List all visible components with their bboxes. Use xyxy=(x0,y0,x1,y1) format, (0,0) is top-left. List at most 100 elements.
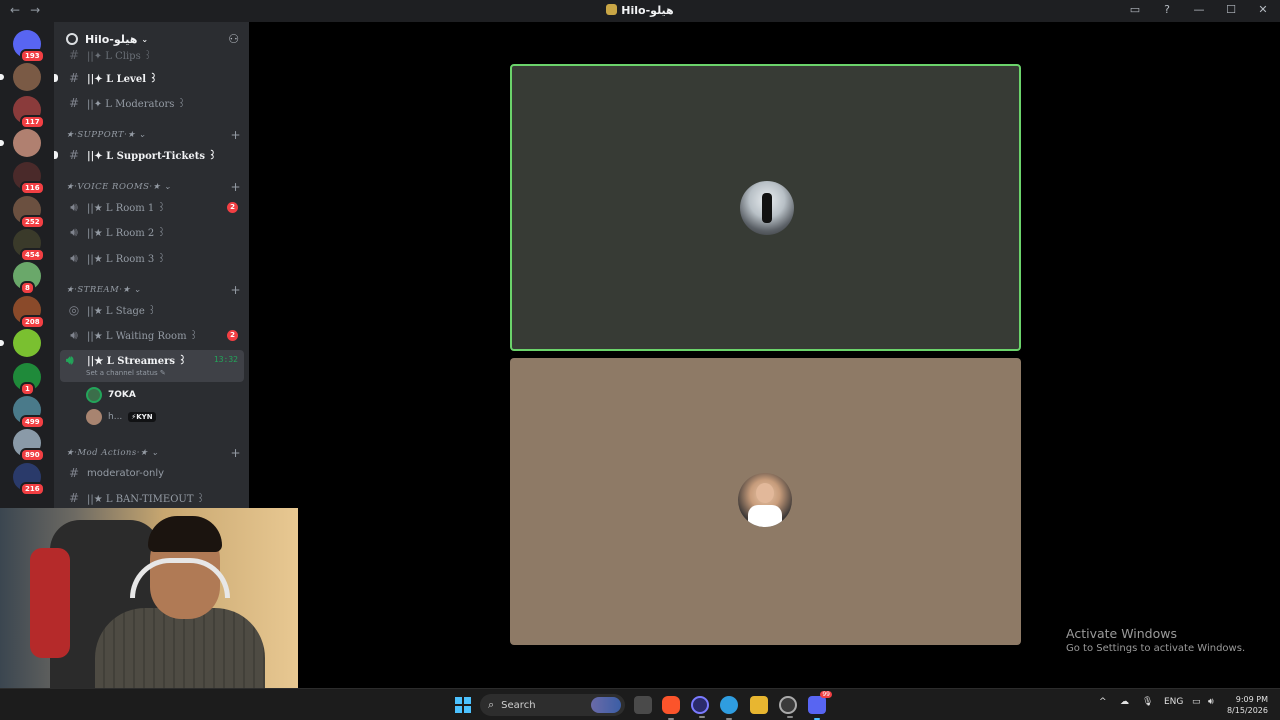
speaker-icon: 🔊︎ xyxy=(70,199,78,214)
channel-title: 🔊︎ ||★ L Streamers ꒱ xyxy=(66,353,186,368)
clock-time: 9:09 PM xyxy=(1235,695,1268,704)
hash-icon: # xyxy=(68,466,80,480)
unread-indicator xyxy=(54,151,58,159)
server-icon-11[interactable]: 499 xyxy=(13,396,45,429)
server-icon-1[interactable] xyxy=(0,63,41,91)
add-channel-icon[interactable]: + xyxy=(230,446,241,460)
channel-label: ||★ L Waiting Room ꒱ xyxy=(87,330,198,342)
voice-channel-room-1[interactable]: 🔊︎ ||★ L Room 1 ꒱ 2 xyxy=(60,196,244,218)
server-icon-4[interactable]: 116 xyxy=(13,162,45,195)
voice-channel-streamers[interactable]: 🔊︎ ||★ L Streamers ꒱ 13:32 Set a channel… xyxy=(60,350,244,382)
server-icon-6[interactable]: 454 xyxy=(13,229,45,262)
server-icon-5[interactable]: 252 xyxy=(13,196,45,229)
channel-label: ||★ L BAN-TIMEOUT ꒱ xyxy=(87,493,205,505)
server-icon-2[interactable]: 117 xyxy=(13,96,45,129)
server-icon-13[interactable]: 216 xyxy=(13,463,45,496)
close-button[interactable]: ✕ xyxy=(1256,3,1270,16)
chevron-down-icon: ⌄ xyxy=(133,285,142,295)
server-icon-3[interactable] xyxy=(0,129,41,157)
direct-messages-button[interactable]: 193 xyxy=(13,30,45,63)
category-mod-actions[interactable]: ★·Mod Actions·★ ⌄ + xyxy=(66,446,241,460)
unread-badge: 454 xyxy=(20,248,45,262)
onedrive-icon[interactable]: ☁ xyxy=(1120,697,1129,707)
discord-icon[interactable]: 99 xyxy=(808,691,832,720)
channel-status-button[interactable]: Set a channel status ✎ xyxy=(86,369,166,377)
hash-icon: # xyxy=(68,71,80,85)
unread-pill xyxy=(0,340,4,346)
user-count-badge: 2 xyxy=(227,201,238,213)
stage-channel[interactable]: ◎ ||★ L Stage ꒱ xyxy=(60,299,244,321)
channel-label: ||✦ L Clips ꒱ xyxy=(87,50,152,62)
watermark-title: Activate Windows xyxy=(1066,626,1177,641)
server-icon-10[interactable]: 1 xyxy=(13,363,41,396)
language-indicator[interactable]: ENG xyxy=(1164,697,1183,707)
steam-icon[interactable] xyxy=(779,696,797,718)
participant-tile-speaking[interactable] xyxy=(510,64,1021,351)
participant-avatar xyxy=(738,473,792,527)
voice-channel-room-2[interactable]: 🔊︎ ||★ L Room 2 ꒱ xyxy=(60,221,244,243)
avatar xyxy=(86,387,102,403)
brave-browser-icon[interactable] xyxy=(662,696,680,720)
chevron-down-icon: ⌄ xyxy=(163,182,172,192)
call-duration: 13:32 xyxy=(213,355,238,364)
channel-support-tickets[interactable]: # ||✦ L Support-Tickets ꒱ xyxy=(54,144,244,166)
title-bar: ← → Hilo-هيلو ▭ ? — ☐ ✕ xyxy=(0,0,1280,22)
taskbar-search[interactable]: ⌕ Search xyxy=(480,694,625,716)
system-clock[interactable]: 9:09 PM 8/15/2026 xyxy=(1227,694,1268,716)
show-hidden-icons[interactable]: ^ xyxy=(1099,697,1107,707)
add-channel-icon[interactable]: + xyxy=(230,283,241,297)
channel-ban-timeout[interactable]: # ||★ L BAN-TIMEOUT ꒱ xyxy=(60,487,244,508)
voice-channel-waiting-room[interactable]: 🔊︎ ||★ L Waiting Room ꒱ 2 xyxy=(60,324,244,346)
category-stream[interactable]: ★·STREAM·★ ⌄ + xyxy=(66,283,241,297)
channel-label: ||★ L Streamers ꒱ xyxy=(87,356,187,367)
channel-moderators[interactable]: # ||✦ L Moderators ꒱ xyxy=(60,92,244,114)
network-icon[interactable]: ▭ xyxy=(1192,697,1201,707)
server-icon-8[interactable]: 208 xyxy=(13,296,45,329)
unread-badge: 499 xyxy=(20,415,45,429)
add-channel-icon[interactable]: + xyxy=(230,180,241,194)
channel-level[interactable]: # ||✦ L Level ꒱ xyxy=(54,67,244,89)
category-voice-rooms[interactable]: ★·VOICE ROOMS·★ ⌄ + xyxy=(66,180,241,194)
channel-moderator-only[interactable]: # moderator-only xyxy=(60,462,244,484)
unread-indicator xyxy=(54,74,58,82)
search-icon: ⌕ xyxy=(488,698,495,711)
discord-unread-badge: 99 xyxy=(820,691,832,698)
minimize-button[interactable]: — xyxy=(1192,3,1206,16)
voice-channel-room-3[interactable]: 🔊︎ ||★ L Room 3 ꒱ xyxy=(60,247,244,269)
voice-member[interactable]: h... ⚡KYN xyxy=(86,408,156,426)
edge-browser-icon[interactable] xyxy=(720,696,738,720)
hash-icon: # xyxy=(68,148,80,162)
chair-accent xyxy=(30,548,70,658)
window-controls: ▭ ? — ☐ ✕ xyxy=(1128,3,1270,16)
server-icon-7[interactable]: 8 xyxy=(13,262,41,295)
speaker-icon: 🔊︎ xyxy=(70,327,78,342)
start-button[interactable] xyxy=(455,697,471,713)
unread-badge: 252 xyxy=(20,215,45,229)
search-label: Search xyxy=(501,699,536,711)
server-icon-9[interactable] xyxy=(0,329,41,357)
microphone-icon[interactable]: 🎙︎ xyxy=(1142,697,1153,707)
avatar-suit xyxy=(748,505,782,527)
voice-member[interactable]: 7OKA xyxy=(86,386,136,404)
category-label: ★·STREAM·★ xyxy=(66,285,131,295)
maximize-button[interactable]: ☐ xyxy=(1224,3,1238,16)
task-view-icon[interactable] xyxy=(634,696,652,714)
channel-label: ||★ L Stage ꒱ xyxy=(87,305,156,317)
channel-clips[interactable]: # ||✦ L Clips ꒱ xyxy=(60,44,244,66)
inbox-icon[interactable]: ▭ xyxy=(1128,3,1142,16)
server-icon xyxy=(606,4,618,15)
server-icon-12[interactable]: 890 xyxy=(13,429,45,462)
unread-badge: 890 xyxy=(20,448,45,462)
category-support[interactable]: ★·SUPPORT·★ ⌄ + xyxy=(66,128,241,142)
pencil-icon: ✎ xyxy=(159,369,166,377)
category-label: ★·SUPPORT·★ xyxy=(66,130,136,140)
member-tag: ⚡KYN xyxy=(128,412,156,422)
unread-pill xyxy=(0,74,4,80)
app-icon-circle[interactable] xyxy=(691,696,709,718)
volume-icon[interactable]: 🔊︎ xyxy=(1208,697,1214,707)
file-explorer-icon[interactable] xyxy=(750,696,768,714)
add-channel-icon[interactable]: + xyxy=(230,128,241,142)
channel-label: moderator-only xyxy=(87,467,165,479)
participant-tile[interactable] xyxy=(510,358,1021,645)
help-icon[interactable]: ? xyxy=(1160,3,1174,16)
